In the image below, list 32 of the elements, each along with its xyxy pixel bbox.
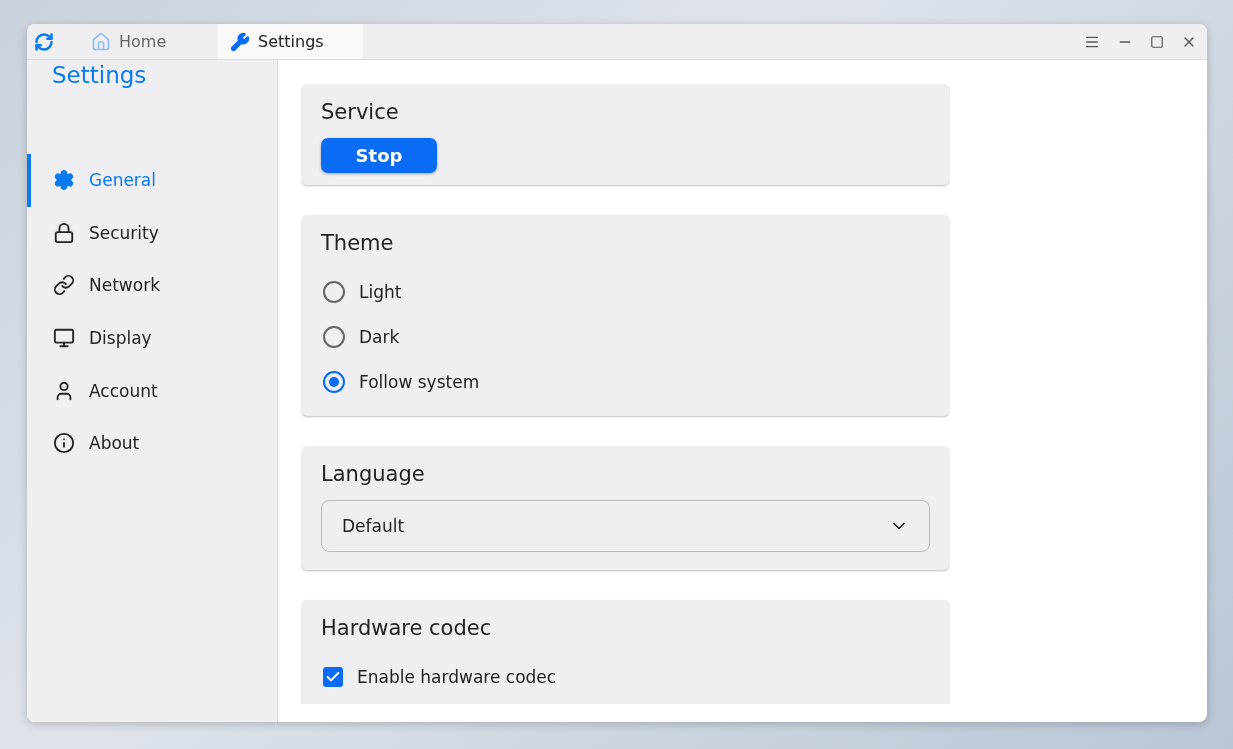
sidebar-item[interactable]: About	[27, 416, 277, 470]
gear-icon	[53, 169, 75, 192]
maximize-icon[interactable]	[1150, 34, 1164, 49]
info-icon	[53, 432, 75, 455]
stop-button[interactable]: Stop	[321, 138, 437, 173]
tab[interactable]: Home	[73, 24, 218, 59]
sidebar-item[interactable]: General	[27, 154, 277, 207]
radio-label: Follow system	[359, 371, 480, 392]
sidebar-item[interactable]: Account	[27, 364, 277, 417]
home-icon	[91, 31, 111, 52]
link-icon	[53, 274, 75, 297]
card-title: Service	[321, 100, 399, 124]
radio-label: Dark	[359, 326, 400, 347]
sidebar-item[interactable]: Network	[27, 259, 277, 312]
card-title: Language	[321, 462, 425, 486]
radio-button[interactable]	[323, 280, 345, 303]
checkbox-label: Enable hardware codec	[357, 666, 557, 687]
lock-icon	[53, 221, 75, 244]
wrench-icon	[230, 31, 250, 52]
logo-icon	[34, 31, 54, 52]
card-title: Hardware codec	[321, 616, 492, 640]
sidebar-title: Settings	[52, 62, 147, 88]
radio-label: Light	[359, 281, 402, 302]
radio-button[interactable]	[323, 370, 345, 393]
language-dropdown[interactable]: Default	[321, 500, 930, 552]
card-title: Theme	[321, 231, 394, 255]
sidebar-item[interactable]: Display	[27, 311, 277, 365]
sidebar-item[interactable]: Security	[27, 206, 277, 260]
monitor-icon	[53, 327, 75, 350]
tab[interactable]: Settings	[218, 24, 363, 59]
radio-button[interactable]	[323, 325, 345, 348]
checkbox[interactable]	[323, 666, 343, 687]
